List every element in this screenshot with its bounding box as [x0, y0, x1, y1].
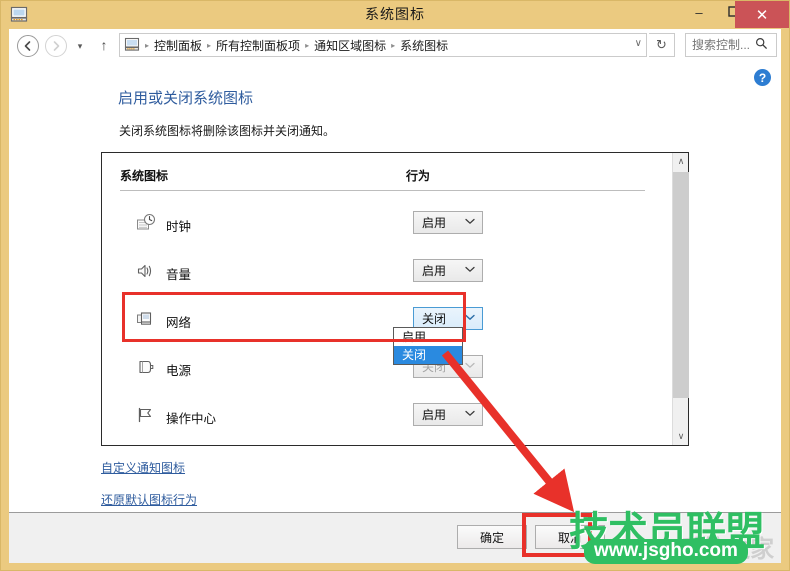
control-panel-window: 系统图标 – ✕ ▾ ↑ ▸ 控制面板 ▸ 所有控制面板项 ▸ 通知区域图标 ▸…: [0, 0, 790, 571]
row-label-power: 电源: [166, 364, 192, 378]
up-one-level-button[interactable]: ↑: [95, 36, 113, 54]
chevron-down-icon: [465, 217, 482, 228]
column-header-behavior: 行为: [406, 169, 431, 183]
breadcrumb-control-panel[interactable]: 控制面板: [150, 36, 206, 55]
scroll-up-button[interactable]: ∧: [673, 153, 689, 170]
chevron-down-icon: [465, 361, 482, 372]
row-label-volume: 音量: [166, 268, 192, 282]
volume-icon: [136, 261, 156, 281]
refresh-button[interactable]: ↻: [649, 33, 675, 57]
action-center-icon: [136, 405, 156, 425]
scroll-down-button[interactable]: ∨: [673, 428, 689, 445]
vertical-scrollbar[interactable]: ∧ ∨: [672, 153, 689, 445]
power-icon: [136, 357, 156, 377]
behavior-combobox-action-center[interactable]: 启用: [413, 403, 483, 426]
breadcrumb-all-items[interactable]: 所有控制面板项: [212, 36, 304, 55]
back-button[interactable]: [17, 35, 39, 57]
minimize-icon: –: [695, 4, 703, 20]
refresh-icon: ↻: [656, 37, 667, 52]
column-headers: 系统图标 行为: [120, 167, 645, 191]
dropdown-option-disable[interactable]: 关闭: [394, 346, 462, 364]
search-input[interactable]: [686, 37, 754, 53]
navigation-bar: ▾ ↑ ▸ 控制面板 ▸ 所有控制面板项 ▸ 通知区域图标 ▸ 系统图标 ∨ ↻…: [9, 29, 781, 61]
page-description: 关闭系统图标将删除该图标并关闭通知。: [119, 124, 336, 138]
close-icon: ✕: [755, 6, 769, 24]
watermark-url: www.jsgho.com: [584, 539, 748, 564]
chevron-down-icon: [465, 313, 482, 324]
title-bar: 系统图标 – ✕: [1, 1, 789, 28]
search-box[interactable]: [685, 33, 777, 57]
link-restore-default-behavior[interactable]: 还原默认图标行为: [101, 491, 197, 508]
behavior-value-action-center: 启用: [422, 408, 447, 422]
row-label-action-center: 操作中心: [166, 412, 217, 426]
behavior-combobox-volume[interactable]: 启用: [413, 259, 483, 282]
ok-button[interactable]: 确定: [457, 525, 527, 549]
breadcrumb-system-icons[interactable]: 系统图标: [396, 36, 452, 55]
behavior-value-clock: 启用: [422, 216, 447, 230]
clock-icon: [136, 213, 156, 233]
recent-locations-button[interactable]: ▾: [73, 41, 87, 51]
chevron-down-icon: [465, 265, 482, 276]
row-label-clock: 时钟: [166, 220, 192, 234]
table-row: 时钟 启用: [120, 203, 645, 252]
address-bar[interactable]: ▸ 控制面板 ▸ 所有控制面板项 ▸ 通知区域图标 ▸ 系统图标 ∨: [119, 33, 647, 57]
minimize-button[interactable]: –: [683, 1, 715, 23]
search-icon: [755, 37, 768, 53]
forward-button[interactable]: [45, 35, 67, 57]
page-title: 启用或关闭系统图标: [118, 90, 254, 107]
link-customize-notification-icons[interactable]: 自定义通知图标: [101, 459, 185, 476]
close-button[interactable]: ✕: [735, 1, 789, 28]
behavior-combobox-clock[interactable]: 启用: [413, 211, 483, 234]
annotation-highlight-network-row: [122, 292, 466, 342]
table-row: 电源 关闭: [120, 347, 645, 396]
behavior-value-volume: 启用: [422, 264, 447, 278]
address-monitor-icon: [124, 37, 142, 53]
chevron-down-icon: [465, 409, 482, 420]
help-icon[interactable]: ?: [754, 69, 771, 86]
column-header-system-icon: 系统图标: [120, 169, 169, 183]
address-chevron-down-icon[interactable]: ∨: [635, 38, 642, 49]
scrollbar-thumb[interactable]: [673, 172, 689, 398]
breadcrumb-notification-area-icons[interactable]: 通知区域图标: [310, 36, 390, 55]
window-title: 系统图标: [365, 6, 425, 22]
table-row: 操作中心 启用: [120, 395, 645, 444]
